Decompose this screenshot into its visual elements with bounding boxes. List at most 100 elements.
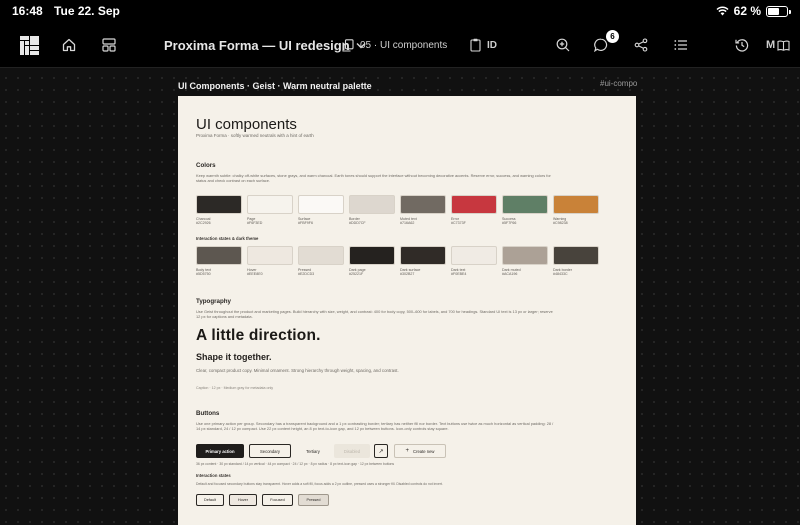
color-swatch-label: Dark text #F0EBE4 bbox=[451, 268, 501, 277]
color-swatch bbox=[196, 246, 242, 265]
interaction-states-heading: Interaction states bbox=[196, 473, 231, 478]
color-swatch bbox=[400, 246, 446, 265]
book-icon bbox=[777, 40, 790, 51]
color-swatch bbox=[502, 246, 548, 265]
swatch-hex: #F6F3ED bbox=[247, 221, 263, 226]
states-heading: Interaction states & dark theme bbox=[196, 236, 259, 241]
swatch-hex: #C7373F bbox=[451, 221, 466, 226]
color-swatch-label: Page #F6F3ED bbox=[247, 217, 297, 226]
battery-icon bbox=[766, 5, 791, 17]
colors-heading: Colors bbox=[196, 162, 216, 169]
zoom-in-icon[interactable] bbox=[556, 22, 570, 68]
swatch-hex: #5D5750 bbox=[196, 272, 211, 277]
list-icon[interactable] bbox=[674, 22, 688, 68]
color-swatch bbox=[196, 195, 242, 214]
app-logo-icon[interactable] bbox=[20, 22, 39, 68]
status-bar: 16:48 Tue 22. Sep 62 % bbox=[0, 0, 800, 22]
status-right: 62 % bbox=[716, 4, 791, 18]
artboard-title: UI components bbox=[196, 116, 297, 133]
color-swatch bbox=[247, 246, 293, 265]
app-toolbar: Proxima Forma — UI redesign 05 · UI comp… bbox=[0, 22, 800, 68]
color-swatch-label: Dark border #48433C bbox=[553, 268, 603, 277]
buttons-description: Use one primary action per group. Second… bbox=[196, 421, 554, 432]
state-pressed-button[interactable]: Pressed bbox=[298, 494, 329, 506]
colors-description: Keep warmth subtle: chalky off-white sur… bbox=[196, 173, 551, 184]
color-swatch bbox=[349, 246, 395, 265]
state-focused-button[interactable]: Focused bbox=[262, 494, 293, 506]
create-new-label: Create new bbox=[413, 448, 435, 454]
share-icon[interactable] bbox=[634, 22, 648, 68]
clipboard-button[interactable]: ID bbox=[470, 22, 497, 68]
artboard-label[interactable]: UI Components · Geist · Warm neutral pal… bbox=[178, 81, 372, 91]
comments-button[interactable]: 6 bbox=[594, 22, 619, 68]
tertiary-button[interactable]: Tertiary bbox=[295, 444, 331, 458]
project-title-dropdown[interactable]: Proxima Forma — UI redesign bbox=[164, 22, 366, 68]
color-swatch bbox=[400, 195, 446, 214]
color-swatch bbox=[502, 195, 548, 214]
color-swatch bbox=[247, 195, 293, 214]
interaction-states-description: Default and focused secondary buttons st… bbox=[196, 482, 443, 486]
state-default-button[interactable]: Default bbox=[196, 494, 224, 506]
status-left: 16:48 Tue 22. Sep bbox=[12, 4, 128, 18]
color-swatch-label: Pressed #E2DCD3 bbox=[298, 268, 348, 277]
body-sample: Clear, compact product copy. Minimal orn… bbox=[196, 368, 399, 373]
color-swatch-label: Error #C7373F bbox=[451, 217, 501, 226]
history-icon[interactable] bbox=[735, 22, 749, 68]
display-sample: A little direction. bbox=[196, 327, 321, 344]
mode-label: M bbox=[766, 39, 776, 51]
buttons-heading: Buttons bbox=[196, 410, 220, 417]
swatch-hex: #DDD7CF bbox=[349, 221, 366, 226]
state-hover-button[interactable]: Hover bbox=[229, 494, 257, 506]
color-swatch-label: Border #DDD7CF bbox=[349, 217, 399, 226]
color-swatch-label: Charcoal #2C2926 bbox=[196, 217, 246, 226]
color-swatch-label: Surface #FBF9F6 bbox=[298, 217, 348, 226]
swatch-hex: #E2DCD3 bbox=[298, 272, 315, 277]
swatch-hex: #2C2926 bbox=[196, 221, 211, 226]
typography-heading: Typography bbox=[196, 298, 231, 305]
color-swatch bbox=[349, 195, 395, 214]
create-new-button[interactable]: + Create new bbox=[394, 444, 446, 458]
plus-icon: + bbox=[405, 448, 410, 454]
home-icon[interactable] bbox=[62, 22, 76, 68]
swatch-hex: #C98238 bbox=[553, 221, 568, 226]
color-swatch bbox=[298, 246, 344, 265]
project-title: Proxima Forma — UI redesign bbox=[164, 37, 350, 53]
artboard-subtitle: Proxima Forma · softly warmed neutrals w… bbox=[196, 133, 314, 138]
layout-icon[interactable] bbox=[102, 22, 116, 68]
color-swatch-label: Warning #C98238 bbox=[553, 217, 603, 226]
color-swatch-label: Dark surface #302B27 bbox=[400, 268, 450, 277]
comments-count-badge: 6 bbox=[606, 30, 619, 43]
color-swatch-label: Hover #EEE8E0 bbox=[247, 268, 297, 277]
swatch-hex: #25221F bbox=[349, 272, 364, 277]
color-swatch-label: Muted text #716A62 bbox=[400, 217, 450, 226]
wifi-icon bbox=[716, 6, 729, 16]
disabled-button: Disabled bbox=[334, 444, 370, 458]
swatch-hex: #302B27 bbox=[400, 272, 415, 277]
battery-level bbox=[768, 7, 780, 15]
mode-toggle[interactable]: M bbox=[766, 22, 790, 68]
secondary-button[interactable]: Secondary bbox=[249, 444, 291, 458]
color-swatch bbox=[451, 246, 497, 265]
swatch-hex: #716A62 bbox=[400, 221, 415, 226]
swatch-hex: #ACA196 bbox=[502, 272, 518, 277]
swatch-hex: #EEE8E0 bbox=[247, 272, 263, 277]
typography-description: Use Geist throughout the product and mar… bbox=[196, 309, 553, 320]
clipboard-label: ID bbox=[487, 39, 497, 51]
arrow-up-right-icon[interactable]: ↗ bbox=[374, 444, 388, 458]
color-swatch-label: Dark muted #ACA196 bbox=[502, 268, 552, 277]
heading-sample: Shape it together. bbox=[196, 352, 272, 362]
buttons-spec: 36 px content · 30 px standard / 14 px v… bbox=[196, 462, 395, 466]
artboard[interactable]: UI components Proxima Forma · softly war… bbox=[178, 96, 636, 525]
color-swatch bbox=[451, 195, 497, 214]
color-swatch bbox=[298, 195, 344, 214]
color-swatch bbox=[553, 195, 599, 214]
swatch-hex: #FBF9F6 bbox=[298, 221, 313, 226]
page-selector[interactable]: 05 · UI components bbox=[342, 22, 447, 68]
swatch-hex: #48433C bbox=[553, 272, 568, 277]
battery-percent: 62 % bbox=[733, 4, 761, 18]
color-swatch bbox=[553, 246, 599, 265]
status-time: 16:48 bbox=[12, 4, 43, 18]
primary-action-button[interactable]: Primary action bbox=[196, 444, 244, 458]
status-date: Tue 22. Sep bbox=[54, 4, 120, 18]
comment-icon bbox=[594, 38, 608, 52]
